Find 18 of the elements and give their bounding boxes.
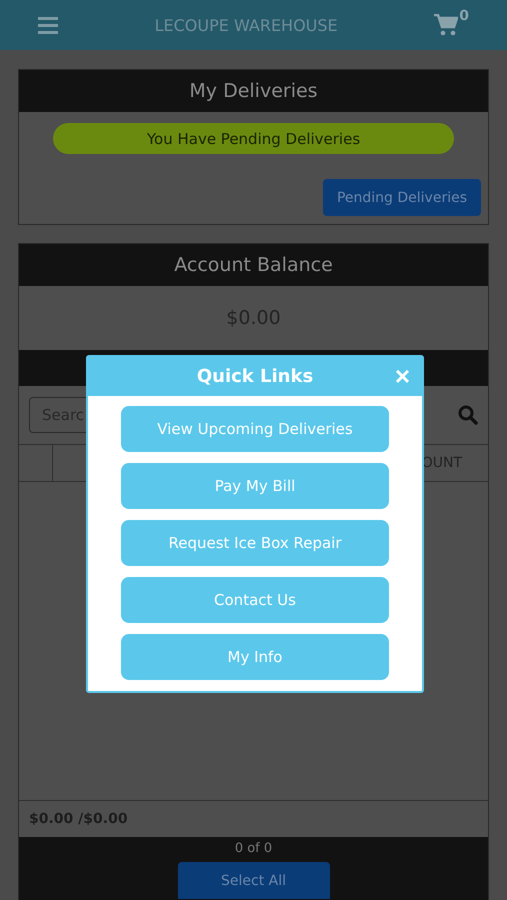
pending-notice: You Have Pending Deliveries [53,123,454,154]
quick-link-button[interactable]: Request Ice Box Repair [121,520,389,566]
quick-link-button[interactable]: View Upcoming Deliveries [121,406,389,452]
search-icon[interactable] [458,405,478,425]
select-all-button[interactable]: Select All [178,862,330,899]
close-button[interactable]: × [390,361,414,391]
card-title: My Deliveries [19,70,488,112]
cart-icon[interactable] [434,14,458,36]
menu-icon[interactable] [38,16,58,34]
quick-link-button[interactable]: My Info [121,634,389,680]
dialog-title: Quick Links [196,366,314,387]
quick-link-button[interactable]: Pay My Bill [121,463,389,509]
quick-link-button[interactable]: Contact Us [121,577,389,623]
app-title: LECOUPE WAREHOUSE [154,16,338,34]
cart-count: 0 [459,8,469,24]
pending-deliveries-button[interactable]: Pending Deliveries [322,179,481,216]
pager-text: 0 of 0 [234,841,272,856]
card-title: Account Balance [19,244,488,286]
